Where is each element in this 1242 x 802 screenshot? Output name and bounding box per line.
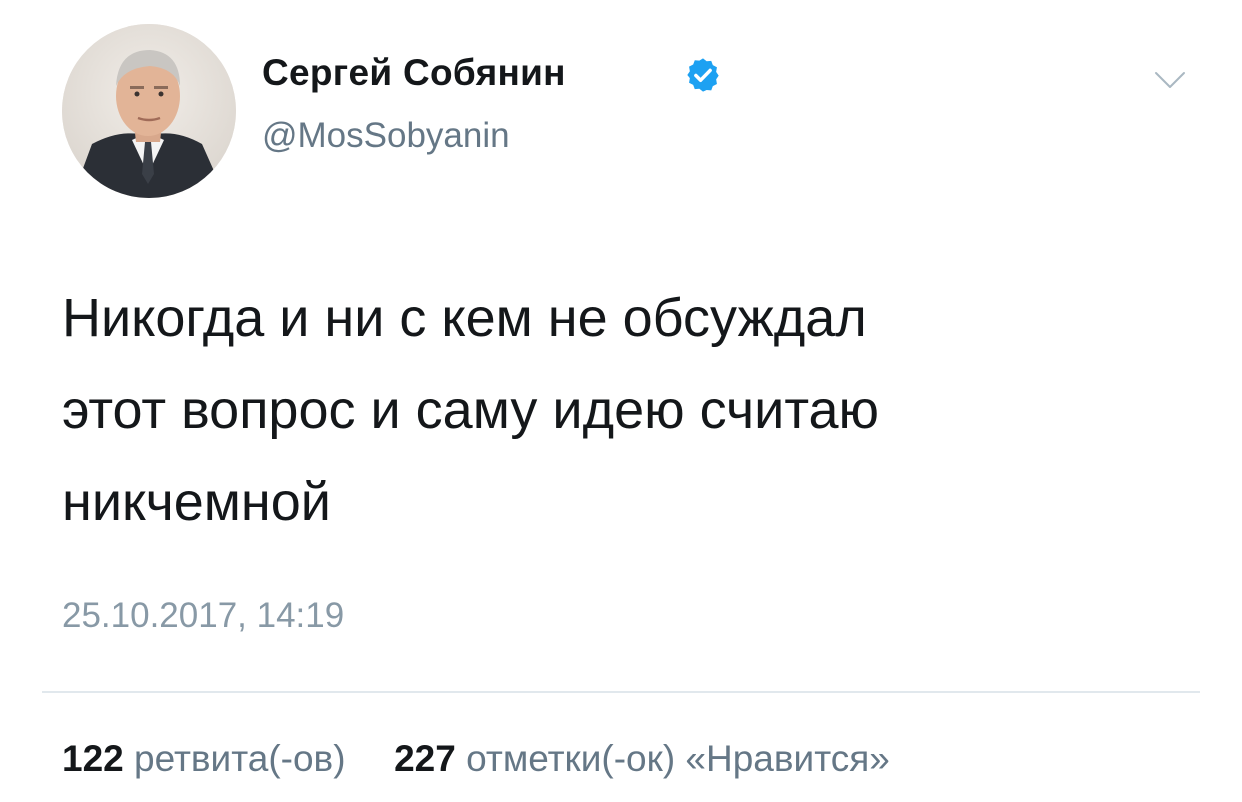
chevron-down-icon[interactable] — [1152, 68, 1188, 92]
tweet-card: Сергей Собянин @MosSobyanin Никогда и ни… — [0, 0, 1242, 802]
author-handle[interactable]: @MosSobyanin — [262, 116, 510, 156]
retweets-stat[interactable]: 122 ретвита(-ов) — [62, 738, 356, 779]
verified-badge-icon — [687, 58, 719, 92]
tweet-text-line: никчемной — [62, 472, 331, 532]
retweets-count: 122 — [62, 738, 124, 779]
retweets-label: ретвита(-ов) — [134, 738, 346, 779]
author-name[interactable]: Сергей Собянин — [262, 52, 566, 94]
tweet-stats: 122 ретвита(-ов) 227 отметки(-ок) «Нрави… — [62, 738, 890, 780]
likes-label: отметки(-ок) «Нравится» — [466, 738, 890, 779]
avatar[interactable] — [62, 24, 236, 198]
likes-count: 227 — [394, 738, 456, 779]
tweet-timestamp[interactable]: 25.10.2017, 14:19 — [62, 596, 344, 636]
likes-stat[interactable]: 227 отметки(-ок) «Нравится» — [384, 738, 890, 779]
tweet-text-line: Никогда и ни с кем не обсуждал — [62, 288, 867, 348]
tweet-text: Никогда и ни с кем не обсуждал этот вопр… — [62, 272, 1182, 548]
tweet-text-line: этот вопрос и саму идею считаю — [62, 380, 879, 440]
divider — [42, 691, 1200, 693]
